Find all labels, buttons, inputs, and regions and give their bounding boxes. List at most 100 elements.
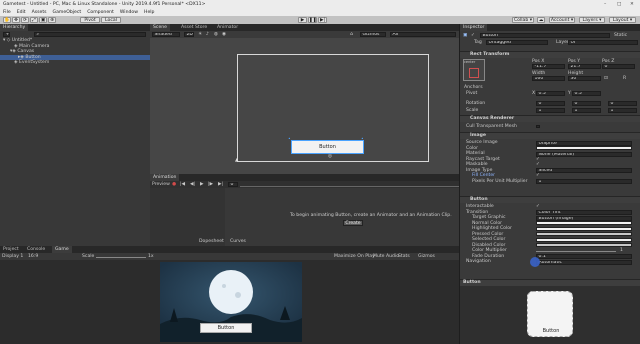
pos-y-field[interactable]: 21.7 — [568, 64, 601, 69]
aspect-dropdown[interactable]: 16:9 — [28, 254, 38, 259]
close-icon[interactable]: ✕ — [630, 2, 634, 7]
tab-animator[interactable]: Animator — [214, 24, 241, 31]
play-icon[interactable]: ▶ — [298, 17, 307, 23]
button-header[interactable]: Button — [460, 196, 640, 203]
anim-play-icon[interactable]: ▶ — [200, 182, 204, 187]
stats-toggle[interactable]: Stats — [398, 254, 410, 259]
anchors-foldout[interactable]: Anchors — [464, 85, 483, 90]
scale-tool-icon[interactable]: ⤢ — [30, 17, 38, 23]
image-type-dropdown[interactable]: Sliced — [536, 168, 632, 173]
pivot-x-field[interactable]: 0.5 — [536, 91, 565, 96]
transition-dropdown[interactable]: Color Tint — [536, 210, 632, 215]
image-header[interactable]: Image — [460, 132, 640, 139]
pivot-handle-icon[interactable]: ◎ — [328, 154, 332, 159]
scale-y-field[interactable]: 1 — [572, 108, 601, 113]
object-name-field[interactable]: Button — [480, 33, 610, 38]
pivot-toggle[interactable]: Pivot — [80, 17, 100, 23]
layers-dropdown[interactable]: Layers ▾ — [579, 17, 605, 23]
cull-checkbox[interactable] — [536, 124, 540, 128]
tab-asset-store[interactable]: Asset Store — [178, 24, 210, 31]
prev-keyframe-icon[interactable]: ◀| — [190, 182, 195, 187]
tab-project[interactable]: Project — [0, 246, 22, 253]
move-tool-icon[interactable]: ✥ — [12, 17, 20, 23]
local-toggle[interactable]: Local — [101, 17, 121, 23]
ppu-field[interactable]: 1 — [536, 179, 632, 184]
preview-header[interactable]: Button — [460, 279, 640, 286]
disabled-color-swatch[interactable] — [536, 243, 632, 247]
hidden-objects-icon[interactable]: ◉ — [222, 32, 226, 37]
menu-assets[interactable]: Assets — [32, 10, 47, 15]
rotation-z-field[interactable]: 0 — [608, 101, 637, 106]
tab-console[interactable]: Console — [24, 246, 48, 253]
tab-scene[interactable]: Scene — [150, 24, 171, 31]
scene-button-preview[interactable]: Button — [291, 140, 364, 154]
first-keyframe-icon[interactable]: |◀ — [180, 182, 185, 187]
fade-duration-field[interactable]: 0.1 — [536, 254, 632, 259]
light-icon[interactable]: ☀ — [198, 32, 202, 37]
next-keyframe-icon[interactable]: |▶ — [208, 182, 213, 187]
interactable-checkbox[interactable]: ✓ — [536, 204, 540, 210]
static-label[interactable]: Static — [614, 33, 627, 38]
hand-tool-icon[interactable]: ✋ — [3, 17, 11, 23]
hierarchy-search[interactable]: ⌕ — [34, 32, 146, 37]
game-button[interactable]: Button — [200, 323, 252, 333]
display-dropdown[interactable]: Display 1 — [2, 254, 23, 259]
height-field[interactable]: 30 — [568, 76, 601, 81]
layout-dropdown[interactable]: Layout ▾ — [609, 17, 636, 23]
normal-color-swatch[interactable] — [536, 221, 632, 225]
tag-dropdown[interactable]: Untagged — [486, 40, 548, 45]
pos-z-field[interactable]: 0 — [602, 64, 635, 69]
color-multiplier-value[interactable]: 1 — [620, 248, 623, 254]
color-multiplier-slider[interactable] — [536, 250, 616, 252]
2d-toggle[interactable]: 2D — [184, 32, 194, 37]
record-icon[interactable]: ● — [172, 182, 176, 187]
canvas-renderer-header[interactable]: Canvas Renderer — [460, 115, 640, 122]
color-swatch[interactable] — [536, 146, 632, 150]
rotation-y-field[interactable]: 0 — [572, 101, 601, 106]
effects-icon[interactable]: ◍ — [214, 32, 218, 37]
pivot-y-field[interactable]: 0.5 — [572, 91, 601, 96]
tab-game[interactable]: Game — [52, 246, 72, 253]
rect-handle-top-left[interactable]: • — [288, 137, 291, 142]
mute-audio-toggle[interactable]: Mute Audio — [373, 254, 399, 259]
menu-file[interactable]: File — [3, 10, 11, 15]
shading-dropdown[interactable]: Shaded — [152, 32, 180, 37]
menu-edit[interactable]: Edit — [17, 10, 26, 15]
pressed-color-swatch[interactable] — [536, 232, 632, 236]
gizmos-dropdown[interactable]: Gizmos — [360, 32, 386, 37]
anchor-icon[interactable]: ▲ — [235, 158, 239, 163]
active-checkbox[interactable]: ✓ — [471, 33, 475, 38]
width-field[interactable]: 160 — [532, 76, 565, 81]
rect-tool-icon[interactable]: ▣ — [39, 17, 47, 23]
scale-z-field[interactable]: 1 — [608, 108, 637, 113]
camera-icon[interactable]: ⌂ — [350, 32, 353, 37]
pause-icon[interactable]: ❚❚ — [308, 17, 317, 23]
frame-field[interactable]: 0 — [228, 182, 238, 187]
audio-icon[interactable]: ♪ — [206, 32, 209, 37]
transform-tool-icon[interactable]: ⊕ — [48, 17, 56, 23]
maximize-icon[interactable]: □ — [617, 2, 621, 7]
tab-inspector[interactable]: Inspector — [460, 24, 488, 31]
hierarchy-item-eventsystem[interactable]: ◈ EventSystem — [14, 60, 49, 66]
collab-dropdown[interactable]: Collab ▾ — [512, 17, 534, 23]
rotate-tool-icon[interactable]: ⟳ — [21, 17, 29, 23]
preview-toggle[interactable]: Preview — [152, 182, 170, 187]
menu-component[interactable]: Component — [87, 10, 114, 15]
maximize-on-play-toggle[interactable]: Maximize On Play — [334, 254, 375, 259]
account-dropdown[interactable]: Account ▾ — [549, 17, 575, 23]
tab-curves[interactable]: Curves — [230, 239, 246, 244]
tab-hierarchy[interactable]: Hierarchy — [0, 24, 29, 31]
fill-center-checkbox[interactable]: ✓ — [536, 173, 540, 179]
rotation-x-field[interactable]: 0 — [536, 101, 565, 106]
target-graphic-field[interactable]: Button (Image) — [536, 215, 632, 221]
highlighted-color-swatch[interactable] — [536, 226, 632, 231]
minimize-icon[interactable]: – — [604, 2, 606, 7]
tab-dopesheet[interactable]: Dopesheet — [199, 239, 224, 244]
material-field[interactable]: None (Material) — [536, 151, 632, 157]
rect-handle-top-right[interactable]: • — [361, 137, 364, 142]
create-clip-button[interactable]: Create — [343, 220, 363, 226]
timeline-ruler[interactable] — [240, 182, 459, 187]
blueprint-icon[interactable]: ⊡ — [604, 76, 608, 81]
tab-animation[interactable]: Animation — [150, 174, 180, 181]
raw-edit-icon[interactable]: R — [623, 76, 626, 81]
